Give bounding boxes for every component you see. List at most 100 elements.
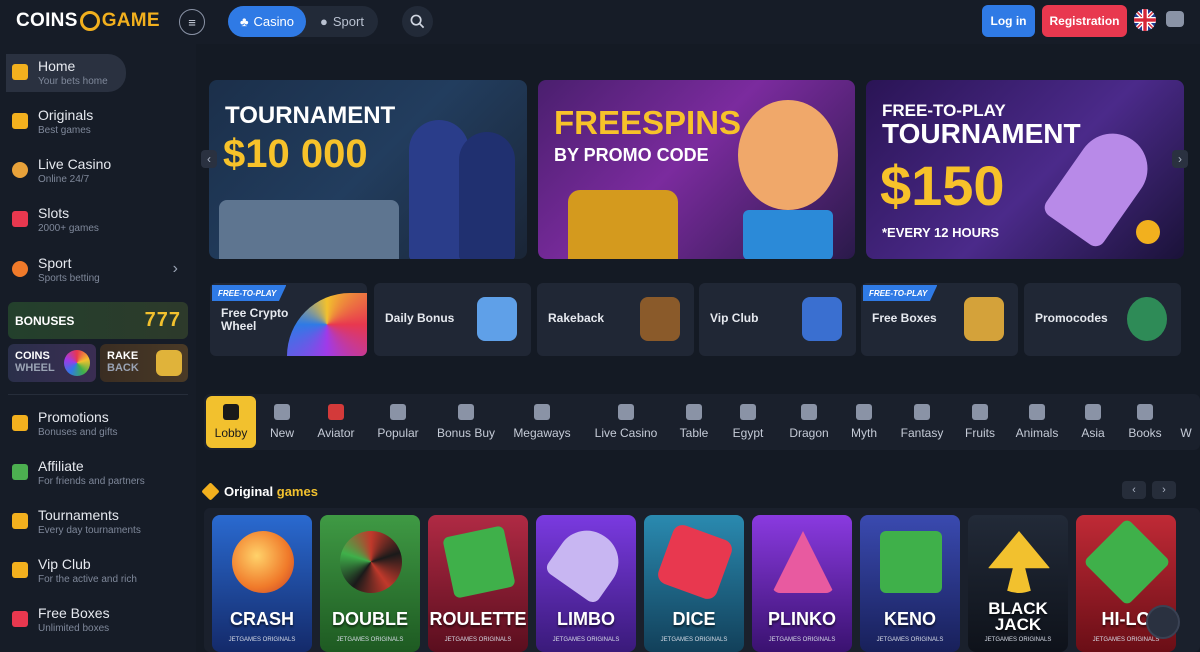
- support-chat-button[interactable]: [1146, 605, 1180, 639]
- sidebar-item-promotions[interactable]: Promotions Bonuses and gifts: [6, 405, 188, 443]
- crown-icon: [12, 562, 28, 578]
- banner-freespins[interactable]: FREESPINS BY PROMO CODE: [538, 80, 855, 259]
- treasure-chest-icon: [964, 297, 1004, 341]
- chat-icon[interactable]: [1166, 11, 1184, 27]
- login-button[interactable]: Log in: [982, 5, 1035, 37]
- sidebar-item-sport[interactable]: Sport Sports betting ›: [6, 251, 188, 289]
- category-label: Megaways: [513, 426, 571, 440]
- sidebar-item-label: Promotions: [38, 409, 109, 425]
- bonuses-banner[interactable]: BONUSES 777: [8, 302, 188, 339]
- game-card-crash[interactable]: CRASH JETGAMES ORIGINALS: [212, 515, 312, 652]
- sidebar-item-tournaments[interactable]: Tournaments Every day tournaments: [6, 503, 188, 541]
- promo-label: Free Boxes: [872, 311, 937, 325]
- roulette-table-icon: [442, 525, 516, 599]
- site-logo[interactable]: COINS GAME: [16, 10, 160, 32]
- category-animals[interactable]: Animals: [1014, 394, 1060, 450]
- category-books[interactable]: Books: [1124, 394, 1166, 450]
- tab-sport-label: Sport: [332, 14, 364, 29]
- category-myth[interactable]: Myth: [844, 394, 884, 450]
- games-next-button[interactable]: ›: [1152, 481, 1176, 499]
- chips-icon: [1127, 297, 1167, 341]
- tab-casino[interactable]: ♣ Casino: [228, 6, 306, 37]
- dragon-icon: [801, 404, 817, 420]
- tab-sport[interactable]: ● Sport: [306, 14, 378, 29]
- category-bonus-buy[interactable]: Bonus Buy: [436, 394, 496, 450]
- sidebar-item-vip-club[interactable]: Vip Club For the active and rich: [6, 552, 188, 590]
- coins-wheel-button[interactable]: COINS WHEEL: [8, 344, 96, 382]
- banner-free-tournament[interactable]: FREE-TO-PLAY TOURNAMENT $150 *EVERY 12 H…: [866, 80, 1184, 259]
- game-card-roulette[interactable]: ROULETTE JETGAMES ORIGINALS: [428, 515, 528, 652]
- sidebar-item-slots[interactable]: Slots 2000+ games: [6, 201, 188, 239]
- sidebar-item-sub: Your bets home: [38, 76, 108, 87]
- promo-label: Rakeback: [548, 311, 605, 325]
- dog-icon: [1029, 404, 1045, 420]
- sidebar-item-home[interactable]: Home Your bets home: [6, 54, 126, 92]
- register-button[interactable]: Registration: [1042, 5, 1127, 37]
- category-new[interactable]: New: [264, 394, 300, 450]
- game-provider: JETGAMES ORIGINALS: [552, 637, 620, 643]
- tab-casino-label: Casino: [253, 14, 294, 29]
- elf-character-image: [738, 100, 838, 210]
- category-dragon[interactable]: Dragon: [786, 394, 832, 450]
- sidebar-item-label: Home: [38, 58, 76, 74]
- game-card-double[interactable]: DOUBLE JETGAMES ORIGINALS: [320, 515, 420, 652]
- sidebar-item-live-casino[interactable]: Live Casino Online 24/7: [6, 152, 188, 190]
- coin-image: [1136, 220, 1160, 244]
- category-more[interactable]: W: [1178, 394, 1194, 450]
- category-asia[interactable]: Asia: [1076, 394, 1110, 450]
- promo-daily-bonus[interactable]: Daily Bonus: [374, 283, 531, 356]
- category-table[interactable]: Table: [674, 394, 714, 450]
- basketball-icon: [12, 261, 28, 277]
- sidebar-item-label: Affiliate: [38, 458, 84, 474]
- crypto-wheel-icon: [287, 293, 367, 356]
- sidebar-item-free-boxes[interactable]: Free Boxes Unlimited boxes: [6, 601, 188, 639]
- club-icon: ♣: [240, 14, 249, 29]
- banner-prev-button[interactable]: ‹: [201, 150, 217, 168]
- category-live-casino[interactable]: Live Casino: [592, 394, 660, 450]
- game-card-blackjack[interactable]: BLACK JACK JETGAMES ORIGINALS: [968, 515, 1068, 652]
- games-prev-button[interactable]: ‹: [1122, 481, 1146, 499]
- cash-stack-image: [219, 200, 399, 259]
- sidebar-item-sub: Bonuses and gifts: [38, 427, 118, 438]
- category-lobby[interactable]: Lobby: [206, 396, 256, 448]
- sevens-icon: 777: [144, 309, 181, 331]
- top-bar: COINS GAME ≡ ♣ Casino ● Sport Log in Reg…: [0, 0, 1200, 44]
- promo-promocodes[interactable]: Promocodes: [1024, 283, 1181, 356]
- promo-free-crypto-wheel[interactable]: FREE-TO-PLAY Free Crypto Wheel: [210, 283, 367, 356]
- ankh-icon: [740, 404, 756, 420]
- cherry-icon: [972, 404, 988, 420]
- gift-image: [743, 210, 833, 259]
- category-fantasy[interactable]: Fantasy: [896, 394, 948, 450]
- banner-tournament[interactable]: TOURNAMENT $10 000: [209, 80, 527, 259]
- sidebar-item-originals[interactable]: Originals Best games: [6, 103, 188, 141]
- game-card-plinko[interactable]: PLINKO JETGAMES ORIGINALS: [752, 515, 852, 652]
- banner-next-button[interactable]: ›: [1172, 150, 1188, 168]
- sidebar-item-affiliate[interactable]: Affiliate For friends and partners: [6, 454, 188, 492]
- promo-free-boxes[interactable]: FREE-TO-PLAY Free Boxes: [861, 283, 1018, 356]
- games-carousel: CRASH JETGAMES ORIGINALS DOUBLE JETGAMES…: [204, 508, 1200, 652]
- category-popular[interactable]: Popular: [372, 394, 424, 450]
- rakeback-button[interactable]: RAKE BACK: [100, 344, 188, 382]
- search-button[interactable]: [402, 6, 433, 37]
- game-name: PLINKO: [767, 609, 836, 629]
- product-switch: ♣ Casino ● Sport: [228, 6, 378, 37]
- game-card-dice[interactable]: DICE JETGAMES ORIGINALS: [644, 515, 744, 652]
- wheel-icon: [340, 531, 402, 593]
- spade-icon: [988, 531, 1050, 593]
- game-name: ROULETTE: [429, 609, 527, 629]
- category-label: Animals: [1015, 426, 1059, 440]
- game-card-keno[interactable]: KENO JETGAMES ORIGINALS: [860, 515, 960, 652]
- uk-flag-icon[interactable]: [1134, 9, 1156, 31]
- promo-vip-club[interactable]: Vip Club: [699, 283, 856, 356]
- category-fruits[interactable]: Fruits: [960, 394, 1000, 450]
- sidebar-divider: [8, 394, 188, 395]
- category-megaways[interactable]: Megaways: [512, 394, 572, 450]
- book-icon: [1137, 404, 1153, 420]
- category-aviator[interactable]: Aviator: [312, 394, 360, 450]
- game-card-limbo[interactable]: LIMBO JETGAMES ORIGINALS: [536, 515, 636, 652]
- menu-toggle-button[interactable]: ≡: [179, 9, 205, 35]
- banner-title: TOURNAMENT: [882, 118, 1081, 149]
- category-egypt[interactable]: Egypt: [728, 394, 768, 450]
- plane-icon: [328, 404, 344, 420]
- promo-rakeback[interactable]: Rakeback: [537, 283, 694, 356]
